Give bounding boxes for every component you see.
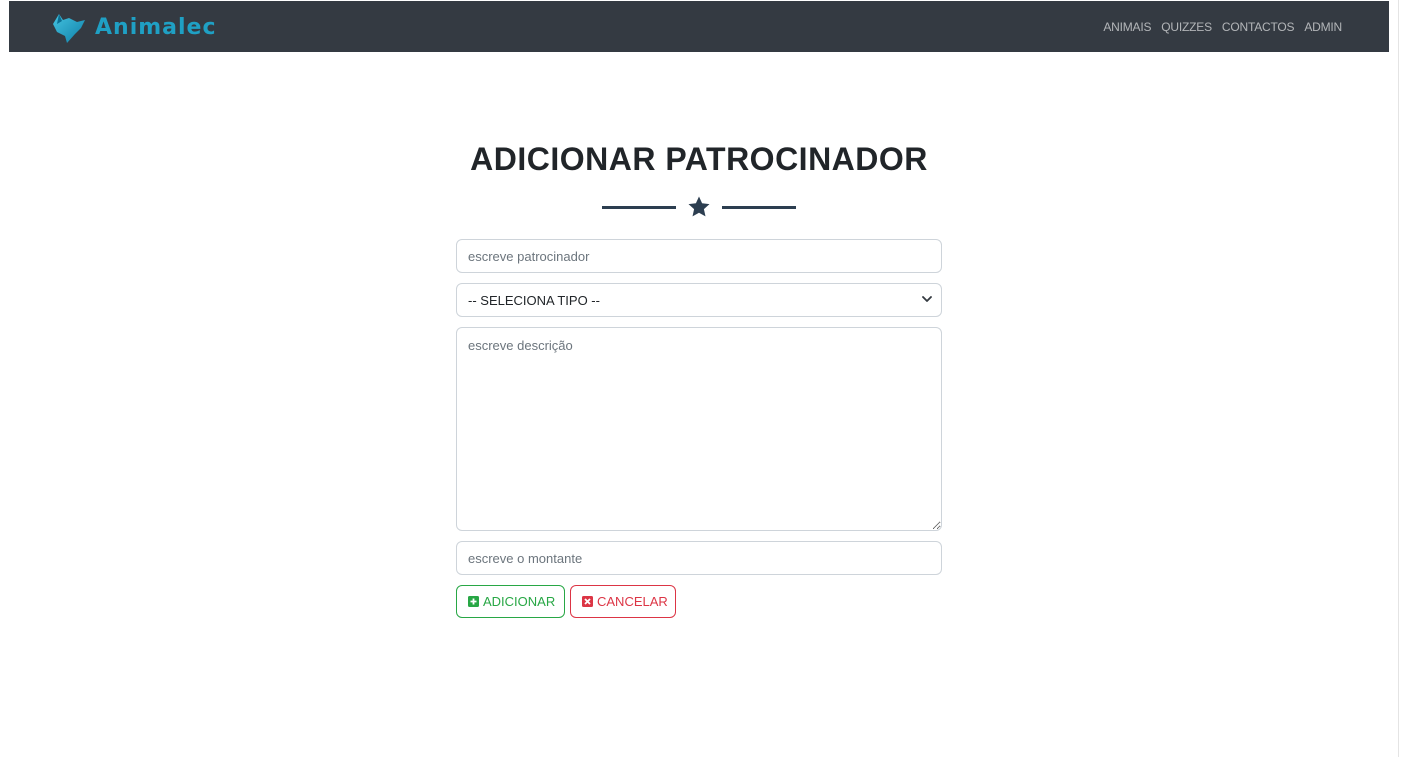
chevron-down-icon: [922, 296, 932, 302]
cancel-button[interactable]: CANCELAR: [570, 585, 676, 618]
star-icon: [688, 196, 710, 217]
cancel-button-label: CANCELAR: [597, 594, 668, 609]
divider-line-left: [602, 206, 676, 209]
nav-link-admin[interactable]: ADMIN: [1304, 20, 1342, 34]
select-box[interactable]: -- SELECIONA TIPO --: [456, 283, 942, 317]
nav-link-quizzes[interactable]: QUIZZES: [1161, 20, 1212, 34]
form-actions: ADICIONAR CANCELAR: [456, 585, 942, 618]
brand-logo-link[interactable]: Animalec: [51, 10, 217, 44]
amount-input[interactable]: [456, 541, 942, 575]
close-square-icon: [582, 596, 593, 607]
add-button[interactable]: ADICIONAR: [456, 585, 565, 618]
add-sponsor-form: -- SELECIONA TIPO -- ADICIONAR: [456, 239, 942, 618]
description-textarea[interactable]: [456, 327, 942, 531]
brand-name: Animalec: [95, 14, 217, 40]
add-button-label: ADICIONAR: [483, 594, 556, 609]
divider-line-right: [722, 206, 796, 209]
select-value: -- SELECIONA TIPO --: [468, 292, 600, 308]
plus-square-icon: [468, 596, 479, 607]
nav-link-contactos[interactable]: CONTACTOS: [1222, 20, 1295, 34]
sponsor-name-input[interactable]: [456, 239, 942, 273]
nav-link-animais[interactable]: ANIMAIS: [1103, 20, 1151, 34]
scrollbar-edge: [1398, 0, 1399, 757]
title-divider: [602, 195, 796, 219]
sponsor-type-select[interactable]: -- SELECIONA TIPO --: [456, 283, 942, 317]
nav-menu: ANIMAIS QUIZZES CONTACTOS ADMIN: [1093, 1, 1342, 52]
fox-logo-icon: [53, 14, 85, 43]
page-title: ADICIONAR PATROCINADOR: [470, 141, 928, 177]
page: Animalec ANIMAIS QUIZZES CONTACTOS ADMIN…: [0, 0, 1402, 757]
navbar: Animalec ANIMAIS QUIZZES CONTACTOS ADMIN: [9, 1, 1389, 52]
